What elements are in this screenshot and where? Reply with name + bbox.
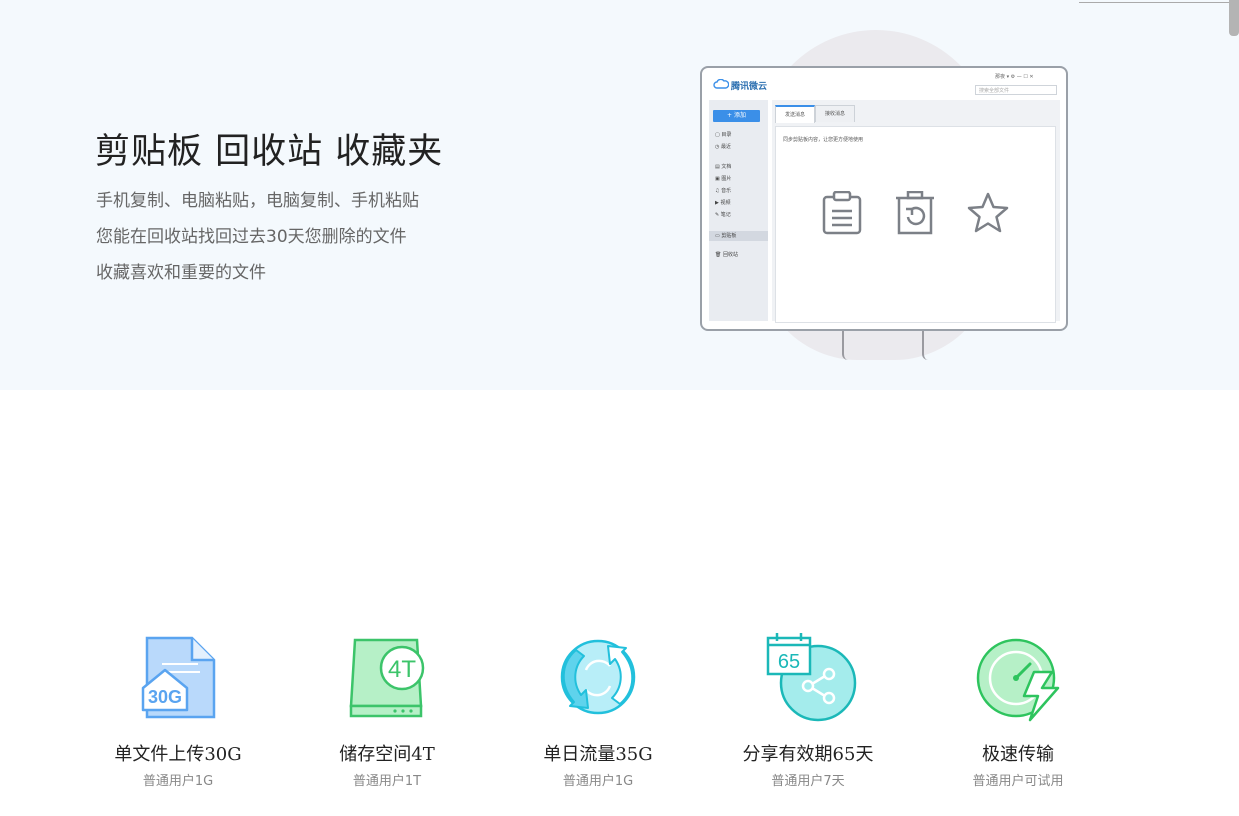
storage-badge: 4T (388, 656, 416, 683)
feature-title: 单日流量35G (543, 744, 653, 765)
feature-subtitle: 普通用户1G (562, 774, 634, 789)
feature-subtitle: 普通用户可试用 (972, 774, 1064, 789)
share-calendar-icon: 65 (766, 633, 857, 722)
traffic-icon (560, 639, 636, 715)
hero-line: 手机复制、电脑粘贴，电脑复制、手机粘贴 (96, 191, 419, 211)
window-controls[interactable]: 那夜 ▾ ⚙ — ☐ ✕ (995, 73, 1034, 80)
feature-title: 单文件上传30G (114, 744, 242, 765)
app-logo: 腾讯微云 (713, 79, 768, 92)
feature-subtitle: 普通用户1T (352, 774, 422, 789)
sidebar-item-recent[interactable]: ◷ 最近 (715, 143, 731, 150)
app-preview-monitor: 腾讯微云 那夜 ▾ ⚙ — ☐ ✕ 搜索全部文件 + 添加 ▢ 目录 ◷ 最近 … (700, 66, 1068, 331)
scrollbar-thumb[interactable] (1229, 0, 1239, 36)
speed-icon (976, 638, 1060, 722)
clipboard-content-area: 同步剪贴板内容，让您更方便地使用 (775, 126, 1056, 323)
add-button[interactable]: + 添加 (713, 110, 760, 122)
app-sidebar: + 添加 ▢ 目录 ◷ 最近 ▤ 文档 ▣ 图片 ♫ 音乐 ▶ 视频 ✎ 笔记 … (709, 100, 768, 321)
tab-receive[interactable]: 接收消息 (815, 105, 856, 122)
feature-subtitle: 普通用户1G (142, 774, 214, 789)
tab-send[interactable]: 发送消息 (775, 105, 816, 123)
feature-title: 储存空间4T (339, 744, 435, 765)
hero-line: 您能在回收站找回过去30天您删除的文件 (96, 227, 407, 247)
recycle-bin-icon (896, 191, 934, 235)
app-titlebar: 腾讯微云 那夜 ▾ ⚙ — ☐ ✕ 搜索全部文件 (702, 68, 1066, 98)
toolbar-edge (1079, 0, 1229, 3)
sidebar-item-recycle[interactable]: 🗑 回收站 (715, 251, 738, 258)
sidebar-item-clipboard[interactable]: ▭ 剪贴板 (709, 231, 768, 241)
app-main-panel: 发送消息 接收消息 同步剪贴板内容，让您更方便地使用 (772, 100, 1060, 323)
sidebar-item-docs[interactable]: ▤ 文档 (715, 163, 731, 170)
sidebar-item-video[interactable]: ▶ 视频 (715, 199, 730, 206)
cloud-logo-icon (713, 79, 729, 89)
star-icon (967, 192, 1009, 233)
sidebar-item-images[interactable]: ▣ 图片 (715, 175, 731, 182)
sidebar-item-notes[interactable]: ✎ 笔记 (715, 211, 731, 218)
feature-subtitle: 普通用户7天 (771, 774, 845, 789)
sidebar-item-directory[interactable]: ▢ 目录 (715, 131, 731, 138)
upload-badge: 30G (148, 687, 182, 707)
hero-section: 剪贴板 回收站 收藏夹 手机复制、电脑粘贴，电脑复制、手机粘贴 您能在回收站找回… (0, 0, 1239, 390)
search-input[interactable]: 搜索全部文件 (975, 85, 1057, 95)
feature-title: 分享有效期65天 (742, 744, 874, 765)
clipboard-icon (822, 191, 862, 235)
app-logo-text: 腾讯微云 (731, 82, 768, 92)
clipboard-tip: 同步剪贴板内容，让您更方便地使用 (783, 137, 864, 143)
file-upload-icon: 30G (141, 636, 216, 719)
storage-icon: 4T (349, 638, 425, 718)
monitor-leg (842, 330, 848, 360)
hero-title: 剪贴板 回收站 收藏夹 (95, 132, 444, 172)
sidebar-item-music[interactable]: ♫ 音乐 (715, 187, 731, 194)
monitor-leg (922, 330, 928, 360)
feature-title: 极速传输 (982, 744, 1054, 765)
share-badge: 65 (778, 651, 800, 673)
hero-line: 收藏喜欢和重要的文件 (96, 263, 266, 283)
